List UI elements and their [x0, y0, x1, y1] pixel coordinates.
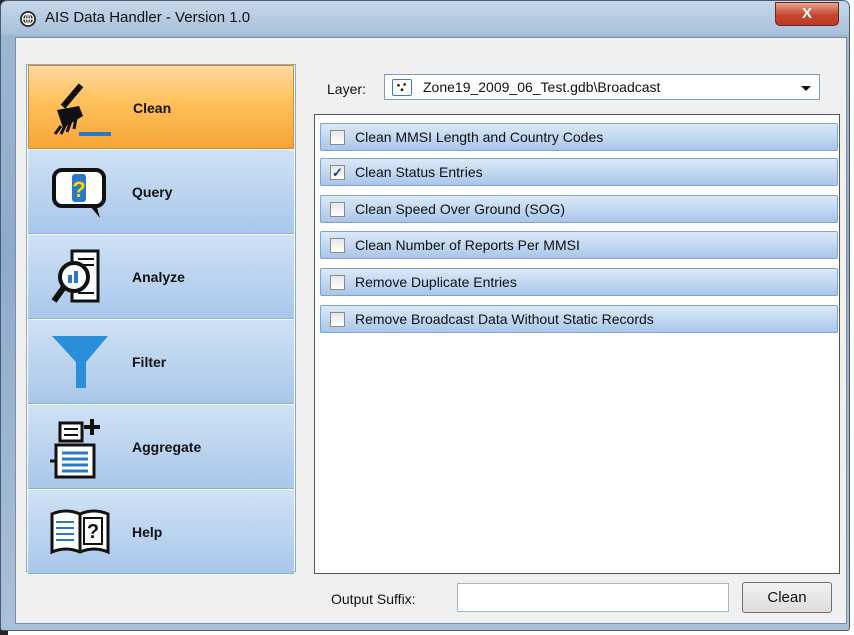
nav-label-query: Query: [132, 184, 173, 200]
layer-value: Zone19_2009_06_Test.gdb\Broadcast: [423, 79, 661, 95]
nav-label-help: Help: [132, 524, 163, 540]
option-label: Remove Duplicate Entries: [355, 274, 517, 290]
nav-item-clean[interactable]: Clean: [28, 65, 294, 149]
broom-icon: [53, 83, 111, 136]
output-suffix-label: Output Suffix:: [331, 591, 416, 607]
nav-item-help[interactable]: ? Help: [28, 490, 294, 574]
option-row[interactable]: Clean Speed Over Ground (SOG): [320, 195, 838, 223]
option-row[interactable]: Clean MMSI Length and Country Codes: [320, 123, 838, 151]
layer-dropdown[interactable]: Zone19_2009_06_Test.gdb\Broadcast: [384, 74, 820, 100]
magnify-document-icon: [51, 249, 100, 303]
title-bar: AIS Data Handler - Version 1.0 X: [1, 1, 849, 35]
chevron-down-icon[interactable]: [801, 86, 811, 91]
nav-item-aggregate[interactable]: Aggregate: [28, 405, 294, 489]
option-row[interactable]: Remove Duplicate Entries: [320, 268, 838, 296]
option-label: Clean Status Entries: [355, 164, 483, 180]
option-row[interactable]: Clean Number of Reports Per MMSI: [320, 231, 838, 259]
point-layer-icon: [392, 79, 412, 96]
layer-label: Layer:: [327, 81, 366, 97]
option-label: Clean Speed Over Ground (SOG): [355, 201, 566, 217]
app-globe-icon: [20, 11, 36, 27]
nav-item-analyze[interactable]: Analyze: [28, 235, 294, 319]
nav-item-filter[interactable]: Filter: [28, 320, 294, 404]
option-checkbox[interactable]: [330, 238, 345, 253]
close-icon: X: [801, 5, 812, 22]
question-bubble-icon: ?: [52, 168, 106, 218]
clean-button[interactable]: Clean: [742, 582, 832, 613]
window-title: AIS Data Handler - Version 1.0: [45, 9, 251, 26]
close-button[interactable]: X: [775, 2, 839, 26]
option-label: Remove Broadcast Data Without Static Rec…: [355, 311, 654, 327]
option-row[interactable]: ✓ Clean Status Entries: [320, 158, 838, 186]
option-checkbox[interactable]: [330, 202, 345, 217]
nav-label-analyze: Analyze: [132, 269, 185, 285]
help-book-icon: ?: [50, 509, 110, 555]
add-documents-icon: [50, 419, 100, 479]
nav-item-query[interactable]: ? Query: [28, 150, 294, 234]
option-checkbox[interactable]: ✓: [330, 165, 345, 180]
nav-label-aggregate: Aggregate: [132, 439, 202, 455]
nav-label-filter: Filter: [132, 354, 167, 370]
output-suffix-input[interactable]: [457, 583, 729, 612]
nav-label-clean: Clean: [133, 100, 172, 116]
option-checkbox[interactable]: [330, 130, 345, 145]
option-label: Clean MMSI Length and Country Codes: [355, 129, 604, 145]
svg-text:?: ?: [72, 177, 85, 202]
option-label: Clean Number of Reports Per MMSI: [355, 237, 580, 253]
svg-text:?: ?: [87, 521, 99, 543]
option-checkbox[interactable]: [330, 312, 345, 327]
option-checkbox[interactable]: [330, 275, 345, 290]
options-panel: Clean MMSI Length and Country Codes ✓ Cl…: [314, 114, 840, 574]
option-row[interactable]: Remove Broadcast Data Without Static Rec…: [320, 305, 838, 333]
funnel-icon: [52, 336, 108, 388]
nav-panel: Clean ? Query Analyze Filter Aggregate ?…: [26, 64, 296, 574]
